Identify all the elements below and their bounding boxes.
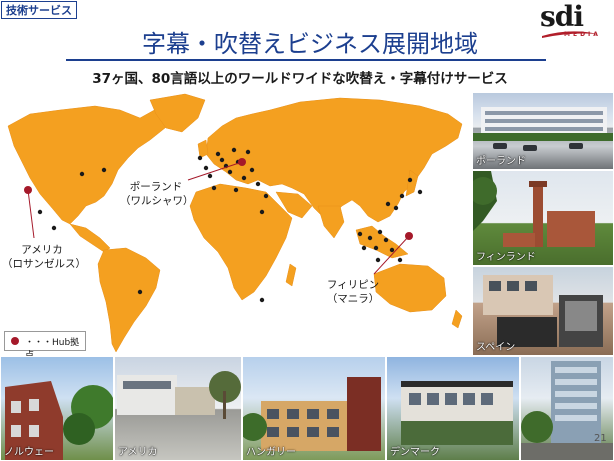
office-dot [357,231,363,237]
office-dot [219,157,225,163]
photo-hungary: ハンガリー [242,356,386,461]
office-dot [397,257,403,263]
office-dot [263,193,269,199]
label-philippines-country: フィリピン [326,279,380,291]
label-philippines: フィリピン （マニラ） [318,278,388,306]
label-usa-country: アメリカ [21,244,63,256]
office-dot [211,185,217,191]
office-dot [245,149,251,155]
continent-se-asia [355,225,409,259]
photo-caption: ノルウェー [4,447,54,458]
label-usa: アメリカ （ロサンゼルス） [2,243,86,271]
label-philippines-city: （マニラ） [326,293,380,305]
photo-denmark: デンマーク [386,356,520,461]
office-dot [407,177,413,183]
office-dot [215,151,221,157]
section-tag: 技術サービス [1,1,77,19]
hub-dot-usa [24,186,32,194]
photo-caption: フィンランド [476,252,536,263]
world-map [7,93,463,353]
photo-poland: ポーランド [472,92,614,170]
continent-south-america [97,247,161,353]
office-dot [367,235,373,241]
office-dot [207,173,213,179]
photo-caption: ハンガリー [246,447,296,458]
hub-legend-icon [11,337,19,345]
office-dot [233,187,239,193]
office-dot [383,237,389,243]
hub-dot-poland [238,158,246,166]
label-usa-city: （ロサンゼルス） [2,258,86,270]
office-dot [231,147,237,153]
office-dot [37,209,43,215]
office-dot [375,257,381,263]
office-dot [241,175,247,181]
office-dot [227,169,233,175]
office-dot [377,229,383,235]
office-dot [417,189,423,195]
photo-norway: ノルウェー [0,356,114,461]
continent-madagascar [285,263,297,287]
hub-line-usa [27,189,35,239]
office-dot [101,167,107,173]
office-dot [203,165,209,171]
hub-dot-philippines [405,232,413,240]
office-dot [137,289,143,295]
office-dot [51,225,57,231]
page-title: 字幕・吹替えビジネス展開地域 [142,30,478,58]
office-dot [385,201,391,207]
label-poland: ポーランド （ワルシャワ） [120,180,194,208]
office-dot [259,297,265,303]
office-dot [393,205,399,211]
office-dot [255,181,261,187]
map-legend: ・・・Hub拠点 [4,331,86,361]
office-dot [259,209,265,215]
photo-finland: フィンランド [472,170,614,266]
office-dot [373,245,379,251]
photo-america: アメリカ [114,356,242,461]
photo-caption: デンマーク [390,447,440,458]
photo-extra [520,356,614,461]
sdi-media-logo: sdi MEDIA [540,0,606,44]
photo-caption: アメリカ [118,447,158,458]
office-dot [399,193,405,199]
page-number: 21 [594,433,607,444]
continent-new-zealand [451,309,463,329]
continent-uk [197,139,209,159]
continent-india [317,205,345,239]
photo-caption: スペイン [476,342,516,353]
title-divider [66,59,546,61]
logo-subtext: MEDIA [564,31,601,38]
office-dot [389,247,395,253]
photo-spain: スペイン [472,266,614,356]
office-dot [197,155,203,161]
office-dot [79,171,85,177]
office-dot [249,167,255,173]
label-poland-country: ポーランド [129,181,183,193]
continent-africa [189,183,293,301]
photo-caption: ポーランド [476,156,526,167]
label-poland-city: （ワルシャワ） [120,195,194,207]
slide: 技術サービス sdi MEDIA 字幕・吹替えビジネス展開地域 37ヶ国、80言… [0,0,614,461]
glass-building-icon [521,361,613,460]
page-subtitle: 37ヶ国、80言語以上のワールドワイドな吹替え・字幕付けサービス [92,71,508,87]
office-dot [361,245,367,251]
